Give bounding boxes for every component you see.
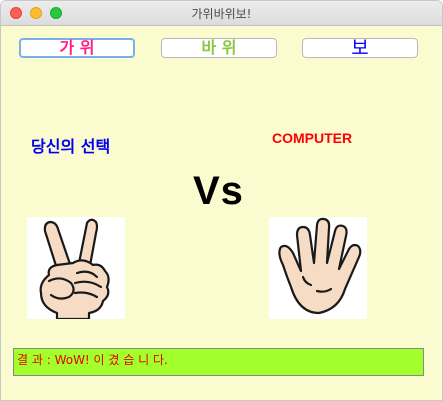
paper-hand-icon (278, 217, 362, 315)
title-bar: 가위바위보! (1, 1, 442, 26)
rock-button[interactable]: 바 위 (161, 38, 277, 58)
result-display: 결 과 : WoW! 이 겼 습 니 다. (13, 348, 424, 376)
app-window: 가위바위보! 가 위 바 위 보 당신의 선택 COMPUTER Vs 결 과 … (0, 0, 443, 401)
paper-button[interactable]: 보 (302, 38, 418, 58)
scissors-button[interactable]: 가 위 (19, 38, 135, 58)
window-title: 가위바위보! (191, 7, 252, 21)
user-choice-label: 당신의 선택 (31, 137, 111, 156)
versus-label: Vs (193, 169, 244, 213)
scissors-hand-icon (39, 218, 110, 321)
computer-choice-label: COMPUTER (272, 130, 353, 146)
user-hand-image (27, 217, 125, 321)
computer-hand-image (269, 217, 367, 319)
